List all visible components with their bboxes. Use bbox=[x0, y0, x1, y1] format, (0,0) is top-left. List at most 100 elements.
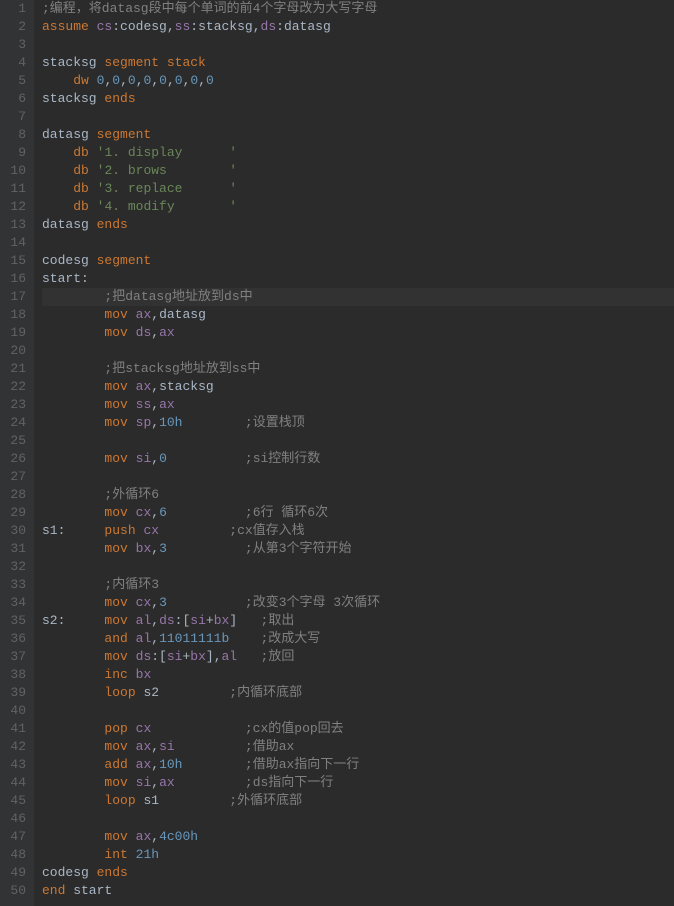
line-number: 5 bbox=[6, 72, 26, 90]
code-token bbox=[128, 649, 136, 664]
code-line[interactable]: mov si,0 ;si控制行数 bbox=[42, 450, 674, 468]
code-line[interactable]: db '1. display ' bbox=[42, 144, 674, 162]
code-token: end bbox=[42, 883, 65, 898]
code-token: add bbox=[104, 757, 127, 772]
code-line[interactable] bbox=[42, 558, 674, 576]
line-number: 36 bbox=[6, 630, 26, 648]
line-number: 23 bbox=[6, 396, 26, 414]
code-token bbox=[128, 829, 136, 844]
code-token: , bbox=[151, 397, 159, 412]
code-line[interactable]: s1: push cx ;cx值存入栈 bbox=[42, 522, 674, 540]
code-line[interactable]: db '3. replace ' bbox=[42, 180, 674, 198]
code-line[interactable]: datasg segment bbox=[42, 126, 674, 144]
code-line[interactable]: mov ax,4c00h bbox=[42, 828, 674, 846]
code-token bbox=[128, 775, 136, 790]
code-line[interactable]: stacksg segment stack bbox=[42, 54, 674, 72]
line-number: 8 bbox=[6, 126, 26, 144]
code-line[interactable]: ;外循环6 bbox=[42, 486, 674, 504]
code-token bbox=[128, 739, 136, 754]
code-line[interactable]: mov ax,stacksg bbox=[42, 378, 674, 396]
code-token: 0 bbox=[128, 73, 136, 88]
code-token: , bbox=[151, 775, 159, 790]
code-token: '1. display ' bbox=[97, 145, 237, 160]
line-number: 39 bbox=[6, 684, 26, 702]
code-line[interactable]: assume cs:codesg,ss:stacksg,ds:datasg bbox=[42, 18, 674, 36]
line-number: 4 bbox=[6, 54, 26, 72]
code-line[interactable]: ;编程，将datasg段中每个单词的前4个字母改为大写字母 bbox=[42, 0, 674, 18]
code-line[interactable]: db '2. brows ' bbox=[42, 162, 674, 180]
code-editor[interactable]: 1234567891011121314151617181920212223242… bbox=[0, 0, 674, 906]
code-line[interactable]: start: bbox=[42, 270, 674, 288]
code-line[interactable]: mov ds,ax bbox=[42, 324, 674, 342]
code-token: ;把datasg地址放到ds中 bbox=[104, 289, 252, 304]
line-number: 31 bbox=[6, 540, 26, 558]
code-token bbox=[42, 487, 104, 502]
code-line[interactable]: inc bx bbox=[42, 666, 674, 684]
code-token: cs bbox=[97, 19, 113, 34]
code-token bbox=[128, 397, 136, 412]
line-number: 38 bbox=[6, 666, 26, 684]
code-token: datasg bbox=[159, 307, 206, 322]
code-token: 0 bbox=[206, 73, 214, 88]
code-line[interactable]: mov bx,3 ;从第3个字符开始 bbox=[42, 540, 674, 558]
code-token: mov bbox=[104, 325, 127, 340]
code-line[interactable] bbox=[42, 432, 674, 450]
code-line[interactable]: mov ss,ax bbox=[42, 396, 674, 414]
code-line[interactable]: mov sp,10h ;设置栈顶 bbox=[42, 414, 674, 432]
code-token: 10h bbox=[159, 415, 182, 430]
code-line[interactable]: mov cx,6 ;6行 循环6次 bbox=[42, 504, 674, 522]
code-line[interactable]: ;把stacksg地址放到ss中 bbox=[42, 360, 674, 378]
code-token: , bbox=[167, 73, 175, 88]
code-line[interactable]: add ax,10h ;借助ax指向下一行 bbox=[42, 756, 674, 774]
code-token: ss bbox=[175, 19, 191, 34]
code-line[interactable]: pop cx ;cx的值pop回去 bbox=[42, 720, 674, 738]
code-line[interactable]: dw 0,0,0,0,0,0,0,0 bbox=[42, 72, 674, 90]
code-token: ss bbox=[136, 397, 152, 412]
code-line[interactable] bbox=[42, 468, 674, 486]
code-line[interactable]: loop s2 ;内循环底部 bbox=[42, 684, 674, 702]
code-line[interactable] bbox=[42, 108, 674, 126]
line-number: 42 bbox=[6, 738, 26, 756]
code-line[interactable]: db '4. modify ' bbox=[42, 198, 674, 216]
code-token: , bbox=[151, 451, 159, 466]
code-line[interactable]: s2: mov al,ds:[si+bx] ;取出 bbox=[42, 612, 674, 630]
code-token: , bbox=[151, 541, 159, 556]
code-token bbox=[167, 505, 245, 520]
code-line[interactable]: end start bbox=[42, 882, 674, 900]
code-line[interactable]: codesg ends bbox=[42, 864, 674, 882]
code-line[interactable]: mov cx,3 ;改变3个字母 3次循环 bbox=[42, 594, 674, 612]
code-line[interactable]: int 21h bbox=[42, 846, 674, 864]
code-line[interactable] bbox=[42, 342, 674, 360]
code-line[interactable] bbox=[42, 234, 674, 252]
line-number: 41 bbox=[6, 720, 26, 738]
line-number: 34 bbox=[6, 594, 26, 612]
line-number: 11 bbox=[6, 180, 26, 198]
code-token: ;把stacksg地址放到ss中 bbox=[104, 361, 260, 376]
code-line[interactable] bbox=[42, 810, 674, 828]
code-line[interactable]: datasg ends bbox=[42, 216, 674, 234]
code-line[interactable]: mov ax,si ;借助ax bbox=[42, 738, 674, 756]
code-line[interactable]: ;把datasg地址放到ds中 bbox=[42, 288, 674, 306]
code-token: ;内循环底部 bbox=[229, 685, 302, 700]
code-token: start bbox=[65, 883, 112, 898]
code-line[interactable] bbox=[42, 702, 674, 720]
code-token bbox=[42, 505, 104, 520]
code-line[interactable]: mov ds:[si+bx],al ;放回 bbox=[42, 648, 674, 666]
code-token: 6 bbox=[159, 505, 167, 520]
code-line[interactable]: mov ax,datasg bbox=[42, 306, 674, 324]
code-line[interactable]: codesg segment bbox=[42, 252, 674, 270]
code-token: + bbox=[206, 613, 214, 628]
code-token: , bbox=[120, 73, 128, 88]
line-number: 1 bbox=[6, 0, 26, 18]
code-line[interactable]: loop s1 ;外循环底部 bbox=[42, 792, 674, 810]
code-line[interactable] bbox=[42, 36, 674, 54]
code-token: db bbox=[73, 145, 89, 160]
code-line[interactable]: ;内循环3 bbox=[42, 576, 674, 594]
code-token: ;放回 bbox=[261, 649, 295, 664]
code-line[interactable]: mov si,ax ;ds指向下一行 bbox=[42, 774, 674, 792]
code-area[interactable]: ;编程，将datasg段中每个单词的前4个字母改为大写字母assume cs:c… bbox=[34, 0, 674, 906]
line-number: 40 bbox=[6, 702, 26, 720]
code-token: pop bbox=[104, 721, 127, 736]
code-line[interactable]: and al,11011111b ;改成大写 bbox=[42, 630, 674, 648]
code-line[interactable]: stacksg ends bbox=[42, 90, 674, 108]
